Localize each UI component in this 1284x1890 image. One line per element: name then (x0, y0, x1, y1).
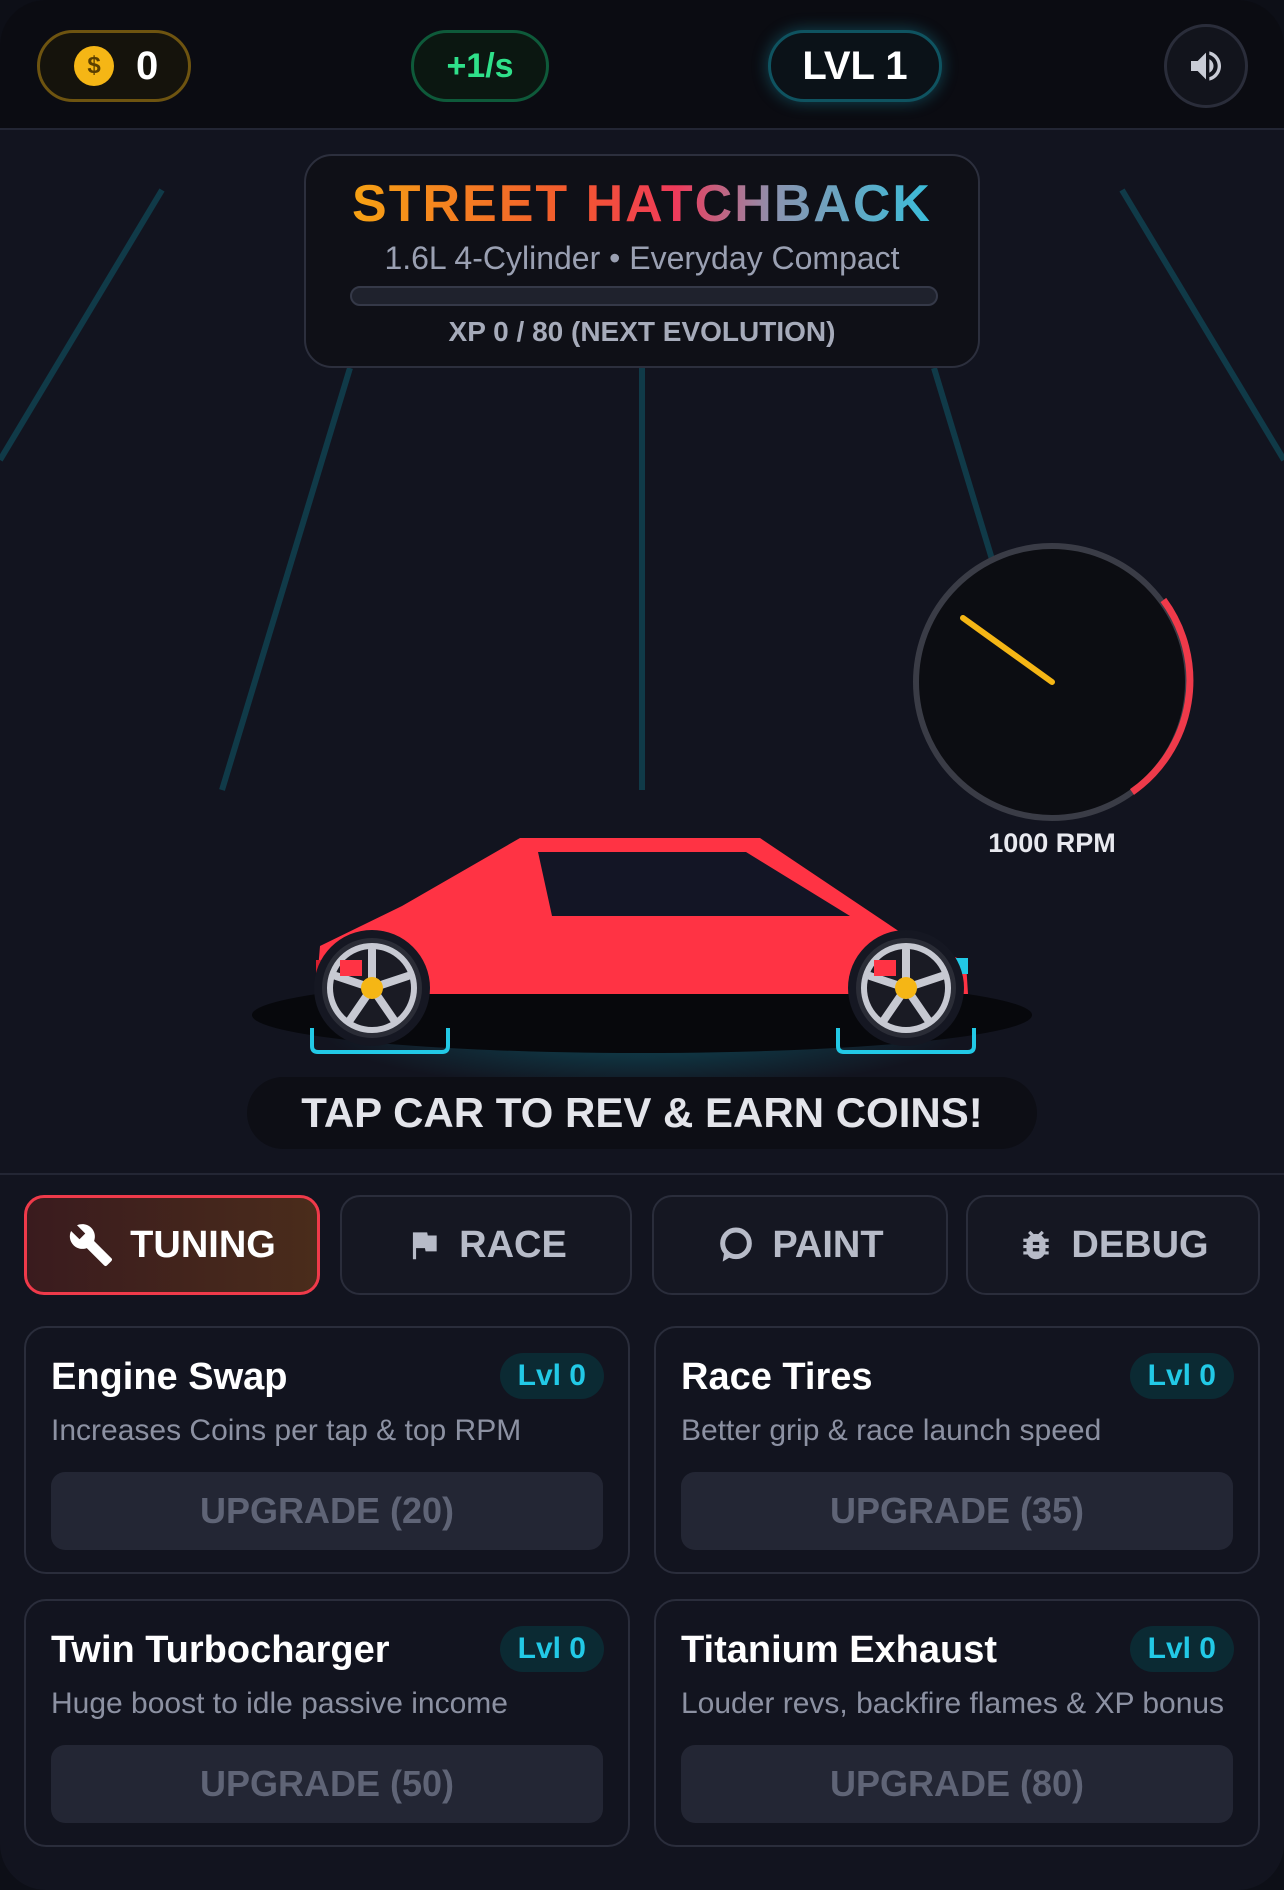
tab-debug[interactable]: DEBUG (966, 1195, 1260, 1295)
tab-label: DEBUG (1071, 1223, 1209, 1266)
car-subtitle: 1.6L 4-Cylinder • Everyday Compact (384, 240, 900, 276)
player-car[interactable] (252, 838, 1032, 1054)
upgrade-level-badge: Lvl 0 (1129, 1353, 1234, 1399)
tab-label: PAINT (772, 1223, 884, 1266)
tab-divider (0, 1173, 1284, 1175)
sound-toggle-button[interactable] (1164, 24, 1248, 108)
bug-icon (1017, 1225, 1055, 1265)
upgrade-title: Titanium Exhaust (681, 1629, 998, 1671)
tab-label: TUNING (130, 1223, 276, 1266)
car-info-card: STREET HATCHBACK 1.6L 4-Cylinder • Every… (304, 154, 980, 368)
upgrade-description: Huge boost to idle passive income (51, 1687, 508, 1720)
upgrade-button[interactable]: UPGRADE (20) (51, 1472, 603, 1550)
car-name: STREET HATCHBACK (306, 174, 978, 234)
wrench-icon (68, 1222, 114, 1268)
upgrade-title: Twin Turbocharger (51, 1629, 390, 1671)
upgrade-card-twin-turbocharger: Twin Turbocharger Lvl 0 Huge boost to id… (24, 1599, 630, 1847)
level-badge: LVL 1 (768, 30, 942, 102)
speaker-icon (1191, 51, 1221, 81)
upgrade-card-engine-swap: Engine Swap Lvl 0 Increases Coins per ta… (24, 1326, 630, 1574)
front-wheel (856, 938, 956, 1038)
upgrade-level-badge: Lvl 0 (499, 1626, 604, 1672)
xp-progress-bar (350, 286, 938, 306)
upgrade-button[interactable]: UPGRADE (80) (681, 1745, 1233, 1823)
tap-prompt: TAP CAR TO REV & EARN COINS! (247, 1077, 1037, 1149)
upgrade-level-badge: Lvl 0 (499, 1353, 604, 1399)
rpm-gauge (913, 543, 1194, 821)
upgrade-description: Increases Coins per tap & top RPM (51, 1414, 522, 1447)
upgrade-button[interactable]: UPGRADE (35) (681, 1472, 1233, 1550)
game-screen: $ 0 +1/s LVL 1 STREET HATCHBACK 1.6L 4-C… (0, 0, 1284, 1890)
coin-count: 0 (136, 43, 159, 88)
rpm-readout: 1000 RPM (988, 828, 1116, 858)
tab-label: RACE (459, 1223, 567, 1266)
upgrade-description: Louder revs, backfire flames & XP bonus (681, 1687, 1225, 1720)
upgrade-card-titanium-exhaust: Titanium Exhaust Lvl 0 Louder revs, back… (654, 1599, 1260, 1847)
coin-counter: $ 0 (37, 30, 191, 102)
top-bar: $ 0 +1/s LVL 1 (0, 0, 1284, 130)
upgrade-title: Race Tires (681, 1356, 873, 1398)
garage-stage: STREET HATCHBACK 1.6L 4-Cylinder • Every… (0, 130, 1284, 1173)
income-rate-badge: +1/s (411, 30, 549, 102)
tab-race[interactable]: RACE (340, 1195, 632, 1295)
flag-icon (405, 1225, 443, 1265)
upgrade-card-race-tires: Race Tires Lvl 0 Better grip & race laun… (654, 1326, 1260, 1574)
coin-icon: $ (74, 46, 114, 86)
upgrade-title: Engine Swap (51, 1356, 288, 1398)
rear-wheel (322, 938, 422, 1038)
paint-icon (716, 1225, 756, 1265)
xp-label: XP 0 / 80 (NEXT EVOLUTION) (448, 316, 836, 347)
tab-tuning[interactable]: TUNING (24, 1195, 320, 1295)
upgrade-level-badge: Lvl 0 (1129, 1626, 1234, 1672)
upgrade-description: Better grip & race launch speed (681, 1414, 1102, 1447)
tab-paint[interactable]: PAINT (652, 1195, 948, 1295)
upgrade-button[interactable]: UPGRADE (50) (51, 1745, 603, 1823)
